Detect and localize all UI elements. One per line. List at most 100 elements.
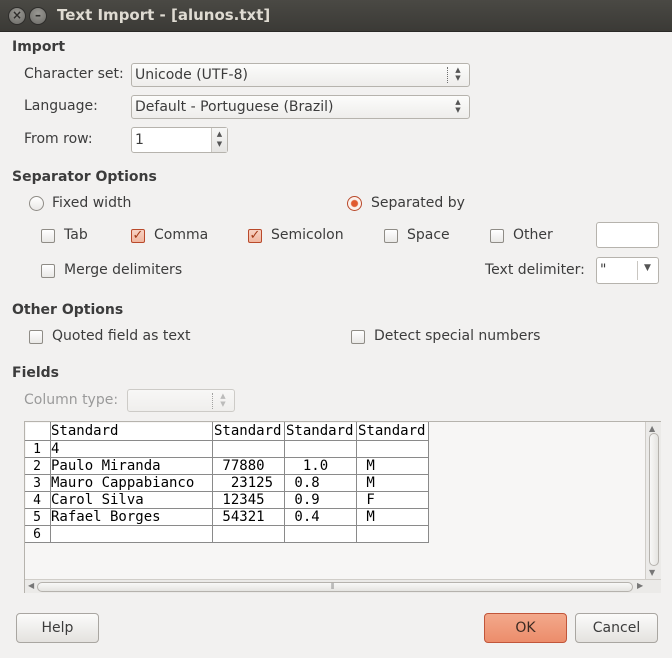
table-cell: 77880 — [214, 458, 265, 474]
tab-label[interactable]: Tab — [64, 227, 88, 243]
table-cell: Paulo Miranda — [51, 458, 161, 474]
grip-icon: ⦀ — [331, 582, 335, 591]
table-cell: 23125 — [214, 475, 274, 491]
column-header[interactable]: Standard — [358, 422, 425, 440]
help-button[interactable]: Help — [16, 613, 99, 643]
merge-delimiters-checkbox[interactable] — [41, 264, 55, 278]
horizontal-scroll-thumb[interactable]: ⦀ — [37, 582, 633, 592]
from-row-spinner[interactable]: 1 ▲ ▼ — [131, 127, 228, 153]
space-checkbox[interactable] — [384, 229, 398, 243]
charset-combo[interactable]: Unicode (UTF-8) ▲ ▼ — [131, 63, 470, 87]
table-cell: 0.9 — [286, 492, 320, 508]
other-options-heading: Other Options — [12, 302, 124, 318]
other-input[interactable] — [596, 222, 659, 248]
merge-delimiters-label[interactable]: Merge delimiters — [64, 262, 182, 278]
chevron-down-icon: ▼ — [644, 263, 651, 273]
grid-line — [25, 508, 429, 509]
fields-heading: Fields — [12, 365, 60, 381]
grid-line — [50, 422, 51, 542]
column-header[interactable]: Standard — [286, 422, 353, 440]
table-cell: 12345 — [214, 492, 265, 508]
charset-label: Character set: — [24, 66, 124, 82]
table-cell: M — [358, 475, 375, 491]
combo-divider — [637, 261, 638, 280]
comma-checkbox[interactable]: ✓ — [131, 229, 145, 243]
table-cell: M — [358, 509, 375, 525]
table-cell: 4 — [51, 441, 60, 457]
column-header[interactable]: Standard — [214, 422, 281, 440]
separator-heading: Separator Options — [12, 169, 157, 185]
import-heading: Import — [12, 39, 66, 55]
scroll-right-icon[interactable]: ▶ — [637, 581, 643, 590]
semicolon-label[interactable]: Semicolon — [271, 227, 344, 243]
language-value: Default - Portuguese (Brazil) — [135, 99, 334, 115]
grid-line — [284, 422, 285, 542]
language-combo[interactable]: Default - Portuguese (Brazil) ▲ ▼ — [131, 95, 470, 119]
grid-line — [356, 422, 357, 542]
text-delimiter-value: " — [600, 262, 607, 278]
other-checkbox[interactable] — [490, 229, 504, 243]
row-number: 5 — [33, 510, 41, 525]
grid-line — [25, 491, 429, 492]
row-number: 4 — [33, 493, 41, 508]
cancel-button[interactable]: Cancel — [575, 613, 658, 643]
detect-special-label[interactable]: Detect special numbers — [374, 328, 540, 344]
updown-icon: ▲ ▼ — [455, 98, 461, 114]
table-cell: F — [358, 492, 375, 508]
language-label: Language: — [24, 98, 98, 114]
grid-line — [25, 474, 429, 475]
text-delimiter-label: Text delimiter: — [485, 262, 585, 278]
title-bar: × – Text Import - [alunos.txt] — [0, 0, 672, 32]
from-row-label: From row: — [24, 131, 93, 147]
table-cell: 54321 — [214, 509, 265, 525]
fixed-width-label[interactable]: Fixed width — [52, 195, 131, 211]
from-row-value: 1 — [135, 132, 144, 148]
separated-by-radio[interactable] — [347, 196, 362, 211]
ok-button[interactable]: OK — [484, 613, 567, 643]
vertical-scrollbar[interactable]: ▲ ▼ — [645, 422, 661, 580]
row-number: 6 — [33, 527, 41, 542]
scroll-left-icon[interactable]: ◀ — [28, 581, 34, 590]
row-number: 2 — [33, 459, 41, 474]
column-header[interactable]: Standard — [51, 422, 118, 440]
grid-line — [25, 440, 429, 441]
detect-special-checkbox[interactable] — [351, 330, 365, 344]
table-cell: 0.4 — [286, 509, 320, 525]
other-label[interactable]: Other — [513, 227, 553, 243]
tab-checkbox[interactable] — [41, 229, 55, 243]
row-number: 3 — [33, 476, 41, 491]
column-type-combo[interactable]: ▲ ▼ — [127, 389, 235, 412]
close-icon[interactable]: × — [8, 7, 26, 25]
grid-line — [25, 457, 429, 458]
text-delimiter-combo[interactable]: " ▼ — [596, 257, 659, 284]
scroll-down-icon[interactable]: ▼ — [649, 568, 655, 577]
quoted-field-label[interactable]: Quoted field as text — [52, 328, 191, 344]
table-cell: Mauro Cappabianco — [51, 475, 195, 491]
updown-icon: ▲ ▼ — [220, 392, 226, 408]
table-cell: Rafael Borges — [51, 509, 161, 525]
grid-line — [212, 422, 213, 542]
minimize-icon[interactable]: – — [29, 7, 47, 25]
preview-grid[interactable]: Standard Standard Standard Standard 1 2 … — [24, 421, 661, 593]
grid-line — [428, 422, 429, 542]
spin-buttons-icon[interactable]: ▲ ▼ — [211, 128, 227, 152]
grid-line — [25, 542, 429, 543]
horizontal-scrollbar[interactable]: ◀ ⦀ ▶ — [25, 579, 661, 593]
fixed-width-radio[interactable] — [29, 196, 44, 211]
charset-value: Unicode (UTF-8) — [135, 67, 248, 83]
combo-separator — [447, 67, 448, 83]
column-type-label: Column type: — [24, 392, 119, 408]
semicolon-checkbox[interactable]: ✓ — [248, 229, 262, 243]
space-label[interactable]: Space — [407, 227, 450, 243]
updown-icon: ▲ ▼ — [455, 66, 461, 82]
vertical-scroll-thumb[interactable] — [649, 433, 659, 566]
separated-by-label[interactable]: Separated by — [371, 195, 465, 211]
table-cell: Carol Silva — [51, 492, 144, 508]
grid-line — [25, 525, 429, 526]
row-number: 1 — [33, 442, 41, 457]
combo-separator — [212, 393, 213, 409]
scroll-up-icon[interactable]: ▲ — [649, 424, 655, 433]
quoted-field-checkbox[interactable] — [29, 330, 43, 344]
table-cell: 0.8 — [286, 475, 320, 491]
comma-label[interactable]: Comma — [154, 227, 208, 243]
